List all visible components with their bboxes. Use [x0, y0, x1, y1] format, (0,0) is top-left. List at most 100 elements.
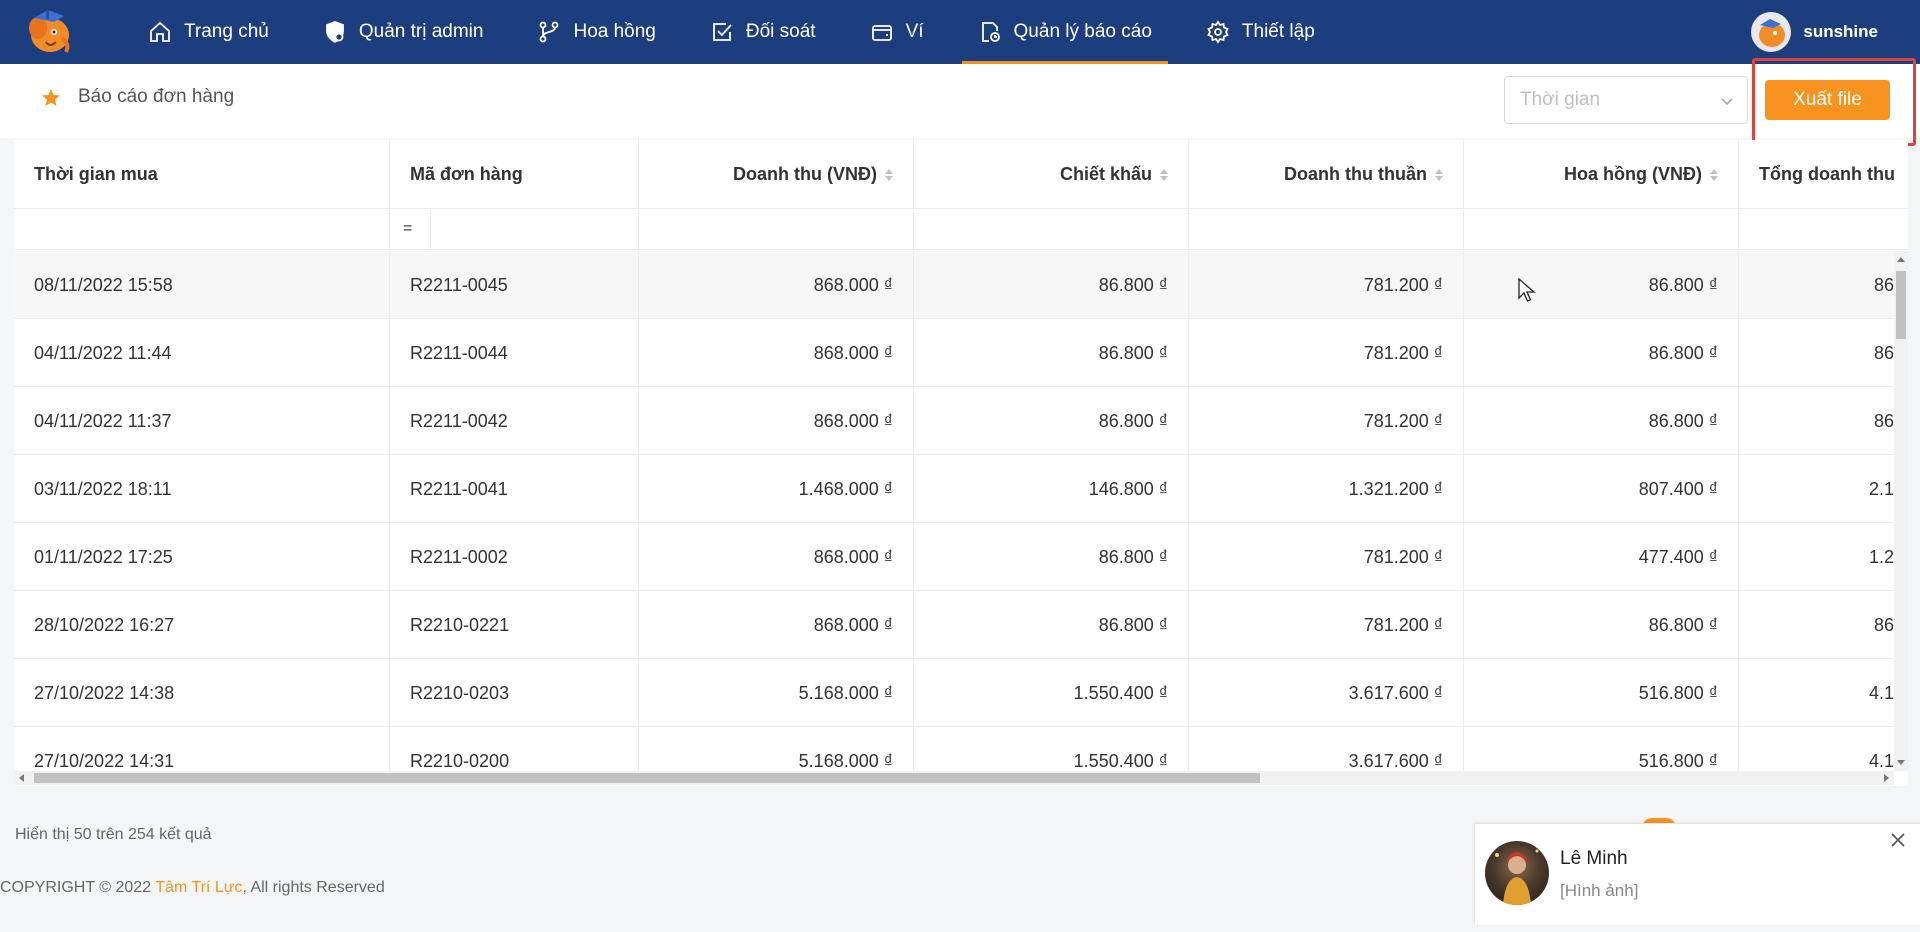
cell-net-revenue: 3.617.600 ₫: [1189, 727, 1464, 771]
chat-notification[interactable]: Lê Minh [Hình ảnh]: [1474, 823, 1920, 925]
filter-cell: [1464, 210, 1739, 250]
copyright: COPYRIGHT © 2022 Tâm Trí Lực, All rights…: [0, 879, 385, 897]
cell-commission: 807.400 ₫: [1464, 455, 1739, 523]
cell-order-code: R2211-0041: [390, 455, 639, 523]
cell-total-revenue: 4.1: [1868, 682, 1894, 703]
column-header-net-revenue[interactable]: Doanh thu thuần: [1189, 140, 1464, 209]
cell-total-revenue: 86: [1873, 274, 1894, 295]
nav-item-settings[interactable]: Thiết lập: [1190, 0, 1331, 64]
username: sunshine: [1803, 22, 1878, 41]
column-header-purchase-time: Thời gian mua: [14, 140, 390, 209]
column-label: Hoa hồng (VNĐ): [1564, 164, 1702, 184]
copyright-suffix: , All rights Reserved: [242, 879, 385, 896]
cell-total-revenue: 86: [1873, 614, 1894, 635]
cell-net-revenue: 781.200 ₫: [1189, 387, 1464, 455]
cell-purchase-time: 03/11/2022 18:11: [14, 455, 390, 523]
nav-item-home[interactable]: Trang chủ: [132, 0, 285, 64]
column-label: Tổng doanh thu: [1759, 164, 1895, 184]
column-label: Thời gian mua: [34, 164, 158, 184]
checkbox-icon: [712, 23, 732, 41]
cell-purchase-time: 04/11/2022 11:44: [14, 319, 390, 387]
cell-discount: 86.800 ₫: [914, 319, 1189, 387]
cell-revenue: 5.168.000 ₫: [639, 727, 914, 771]
column-header-total-revenue[interactable]: Tổng doanh thu: [1739, 140, 1908, 209]
cell-commission: 516.800 ₫: [1464, 727, 1739, 771]
scroll-left-arrow[interactable]: [19, 774, 24, 782]
cell-total-revenue: 2.1: [1868, 478, 1894, 499]
cell-total-revenue: 1.2: [1868, 546, 1894, 567]
column-header-commission[interactable]: Hoa hồng (VNĐ): [1464, 140, 1739, 209]
chat-sender-name: Lê Minh: [1560, 848, 1628, 869]
mouse-cursor-icon: [1518, 278, 1536, 302]
scroll-right-arrow[interactable]: [1884, 774, 1889, 782]
nav-item-reports[interactable]: Quản lý báo cáo: [961, 0, 1169, 64]
horizontal-scrollbar[interactable]: [14, 771, 1894, 785]
column-header-revenue[interactable]: Doanh thu (VNĐ): [639, 140, 914, 209]
time-filter-placeholder: Thời gian: [1520, 89, 1601, 110]
column-header-discount[interactable]: Chiết khấu: [914, 140, 1189, 209]
nav-item-wallet[interactable]: Ví: [854, 0, 940, 64]
cell-commission: 86.800 ₫: [1464, 251, 1739, 319]
sort-icon[interactable]: [1160, 168, 1168, 181]
nav-menu: Trang chủ Quản trị admin Hoa hồng Đối so…: [132, 0, 1353, 64]
nav-item-commission[interactable]: Hoa hồng: [521, 0, 671, 64]
order-code-filter[interactable]: [390, 210, 639, 250]
gear-icon: [1207, 20, 1229, 44]
highlight-annotation: [1752, 58, 1916, 146]
table-row[interactable]: 08/11/2022 15:58 R2211-0045 868.000 ₫ 86.80…: [14, 251, 1894, 319]
cell-order-code: R2210-0200: [390, 727, 639, 771]
table-row[interactable]: 04/11/2022 11:37 R2211-0042 868.000 ₫ 86.80…: [14, 387, 1894, 455]
table-row[interactable]: 27/10/2022 14:38 R2210-0203 5.168.000 ₫ 1.5…: [14, 659, 1894, 727]
avatar: [1751, 12, 1792, 52]
orders-table: Thời gian mua Mã đơn hàng Doanh thu (VNĐ…: [14, 140, 1908, 786]
filter-cell: [1189, 210, 1464, 250]
cell-order-code: R2211-0045: [390, 251, 639, 319]
cell-discount: 86.800 ₫: [914, 591, 1189, 659]
filter-operator[interactable]: =: [403, 220, 412, 238]
scroll-down-arrow[interactable]: [1897, 760, 1905, 765]
sort-icon[interactable]: [1435, 168, 1443, 181]
table-row[interactable]: 03/11/2022 18:11 R2211-0041 1.468.000 ₫ 146…: [14, 455, 1894, 523]
avatar-logo-icon: [1759, 19, 1786, 47]
cell-commission: 86.800 ₫: [1464, 319, 1739, 387]
cell-revenue: 868.000 ₫: [639, 591, 914, 659]
scrollbar-thumb[interactable]: [1896, 271, 1906, 339]
avatar: [1485, 841, 1549, 905]
cell-discount: 1.550.400 ₫: [914, 659, 1189, 727]
nav-item-label: Trang chủ: [184, 21, 269, 42]
cell-revenue: 868.000 ₫: [639, 251, 914, 319]
cell-order-code: R2211-0002: [390, 523, 639, 591]
time-filter-select[interactable]: Thời gian: [1504, 76, 1748, 124]
report-clock-icon: [981, 22, 1000, 42]
logo-icon[interactable]: [24, 8, 74, 56]
column-label: Mã đơn hàng: [410, 164, 523, 184]
table-row[interactable]: 01/11/2022 17:25 R2211-0002 868.000 ₫ 86.80…: [14, 523, 1894, 591]
user-menu[interactable]: sunshine: [1751, 12, 1878, 52]
cell-net-revenue: 781.200 ₫: [1189, 523, 1464, 591]
table-header: Thời gian mua Mã đơn hàng Doanh thu (VNĐ…: [14, 140, 1908, 209]
brand-link[interactable]: Tâm Trí Lực: [155, 879, 242, 896]
cell-purchase-time: 28/10/2022 16:27: [14, 591, 390, 659]
copyright-prefix: COPYRIGHT © 2022: [0, 879, 156, 896]
vertical-scrollbar[interactable]: [1894, 251, 1908, 771]
result-count: Hiển thị 50 trên 254 kết quả: [15, 826, 212, 843]
nav-item-label: Hoa hồng: [573, 21, 656, 42]
nav-item-admin[interactable]: Quản trị admin: [307, 0, 500, 64]
table-row[interactable]: 04/11/2022 11:44 R2211-0044 868.000 ₫ 86.80…: [14, 319, 1894, 387]
wallet-icon: [871, 25, 892, 41]
cell-order-code: R2211-0042: [390, 387, 639, 455]
sort-icon[interactable]: [885, 168, 893, 181]
nav-item-reconcile[interactable]: Đối soát: [694, 0, 832, 64]
cell-purchase-time: 01/11/2022 17:25: [14, 523, 390, 591]
sort-icon[interactable]: [1710, 168, 1718, 181]
table-row[interactable]: 28/10/2022 16:27 R2210-0221 868.000 ₫ 86.80…: [14, 591, 1894, 659]
cell-net-revenue: 781.200 ₫: [1189, 251, 1464, 319]
scrollbar-thumb[interactable]: [34, 773, 1260, 783]
cell-order-code: R2210-0221: [390, 591, 639, 659]
scroll-up-arrow[interactable]: [1897, 257, 1905, 262]
table-row[interactable]: 27/10/2022 14:31 R2210-0200 5.168.000 ₫ 1.5…: [14, 727, 1894, 771]
close-icon[interactable]: [1888, 830, 1908, 850]
cell-revenue: 868.000 ₫: [639, 319, 914, 387]
home-icon: [150, 21, 170, 42]
nav-item-label: Ví: [905, 21, 924, 42]
